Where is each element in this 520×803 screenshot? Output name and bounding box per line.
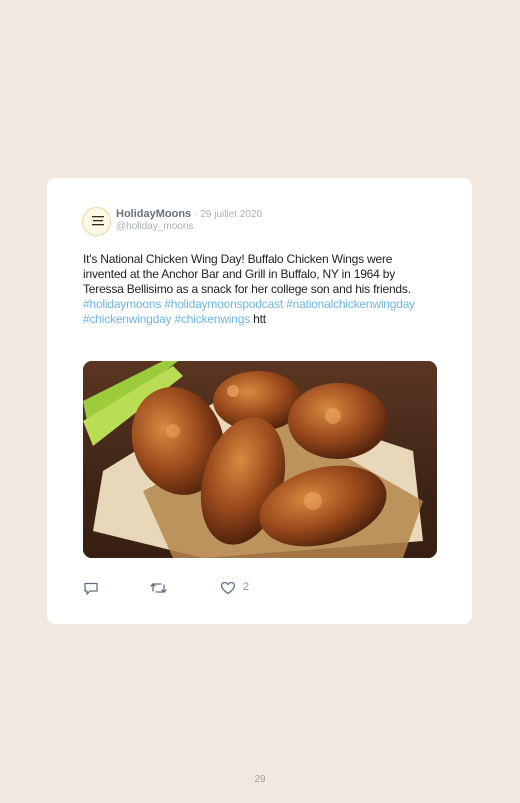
hashtag-link[interactable]: #holidaymoons (83, 297, 161, 311)
hashtag-link[interactable]: #nationalchickenwingday (286, 297, 415, 311)
hashtag-link[interactable]: #chickenwings (175, 312, 251, 326)
tweet-actions: 2 (83, 580, 283, 596)
tweet-body: It's National Chicken Wing Day! Buffalo … (83, 252, 411, 296)
tweet-card: HolidayMoons · 29 juillet 2020 @holiday_… (47, 178, 472, 624)
hashtag-link[interactable]: #holidaymoonspodcast (164, 297, 283, 311)
moon-logo-icon (83, 208, 110, 235)
reply-icon[interactable] (83, 580, 99, 596)
tweet-image[interactable] (83, 361, 437, 558)
chicken-wings-photo (83, 361, 437, 558)
page-number: 29 (254, 774, 266, 785)
author-name[interactable]: HolidayMoons (116, 208, 191, 220)
like-count: 2 (243, 581, 250, 593)
author-handle[interactable]: @holiday_moons (116, 220, 193, 233)
tweet-text: It's National Chicken Wing Day! Buffalo … (83, 252, 437, 327)
truncated-link[interactable]: htt (253, 312, 266, 326)
avatar[interactable] (82, 207, 111, 236)
hashtag-link[interactable]: #chickenwingday (83, 312, 172, 326)
like-icon[interactable] (220, 580, 236, 596)
retweet-icon[interactable] (150, 580, 167, 596)
tweet-date[interactable]: · 29 juillet 2020 (194, 209, 262, 220)
